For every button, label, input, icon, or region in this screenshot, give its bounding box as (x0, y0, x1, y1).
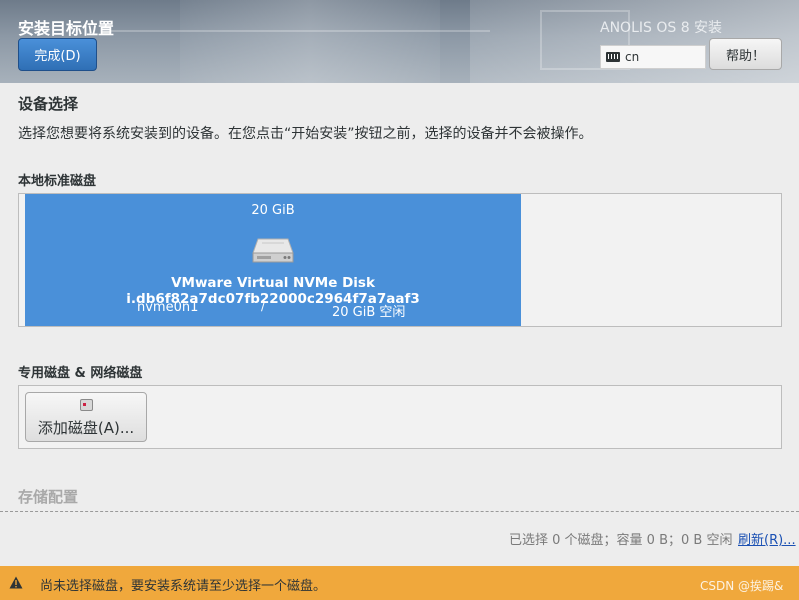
header-bar: 安装目标位置 完成(D) ANOLIS OS 8 安装 cn 帮助！ (0, 0, 799, 83)
header-background (180, 0, 440, 83)
warning-bar: 尚未选择磁盘，要安装系统请至少选择一个磁盘。 CSDN @挨踢& (0, 566, 799, 600)
device-selection-title: 设备选择 (18, 95, 79, 113)
add-disk-icon (80, 399, 93, 411)
warning-text: 尚未选择磁盘，要安装系统请至少选择一个磁盘。 (40, 579, 327, 594)
disk-free-space: 20 GiB 空闲 (332, 305, 406, 320)
header-background-line (110, 30, 490, 32)
disk-card[interactable]: 20 GiB VMware Virtual NVMe Disk i.db6f82… (25, 194, 521, 326)
warning-icon (9, 576, 23, 589)
special-disks-label: 专用磁盘 & 网络磁盘 (18, 366, 143, 381)
storage-config-label: 存储配置 (18, 488, 79, 506)
product-title: ANOLIS OS 8 安装 (600, 20, 723, 36)
watermark: CSDN @挨踢& (700, 579, 784, 593)
help-button[interactable]: 帮助！ (709, 38, 782, 70)
local-disks-label: 本地标准磁盘 (18, 174, 97, 189)
keyboard-icon (606, 52, 620, 62)
keyboard-layout-indicator[interactable]: cn (600, 45, 706, 69)
keyboard-layout-label: cn (625, 50, 640, 64)
disk-size: 20 GiB (251, 203, 295, 218)
add-disk-button[interactable]: 添加磁盘(A)... (25, 392, 147, 442)
done-button[interactable]: 完成(D) (18, 38, 97, 71)
hard-disk-icon (252, 238, 294, 263)
special-disks-panel: 添加磁盘(A)... (18, 385, 782, 449)
disk-device: nvme0n1 (137, 300, 199, 315)
disk-summary: 已选择 0 个磁盘；容量 0 B；0 B 空闲 (509, 533, 733, 548)
disk-name: VMware Virtual NVMe Disk i.db6f82a7dc07f… (126, 275, 420, 307)
add-disk-label: 添加磁盘(A)... (37, 419, 135, 437)
device-selection-description: 选择您想要将系统安装到的设备。在您点击“开始安装”按钮之前，选择的设备并不会被操… (18, 126, 593, 142)
disk-mount-separator: / (261, 299, 266, 313)
refresh-link[interactable]: 刷新(R)... (738, 529, 796, 548)
page-title: 安装目标位置 (18, 19, 115, 38)
divider (0, 511, 799, 512)
local-disks-panel: 20 GiB VMware Virtual NVMe Disk i.db6f82… (18, 193, 782, 327)
